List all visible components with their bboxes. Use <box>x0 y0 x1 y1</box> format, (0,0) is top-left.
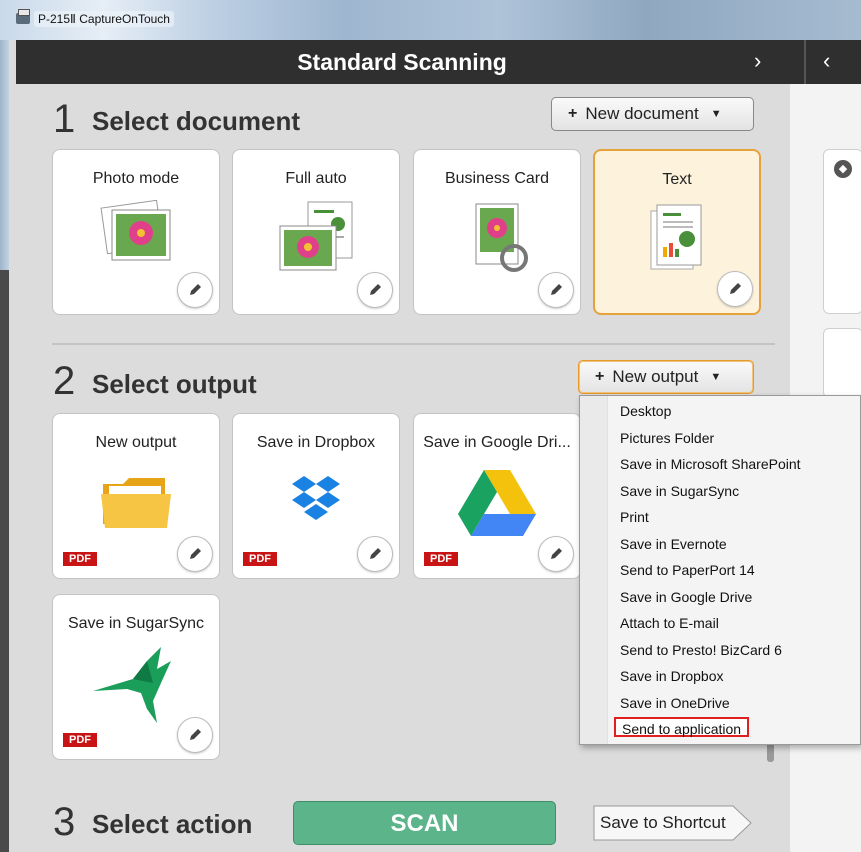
window-frame-left <box>0 40 9 852</box>
diamond-icon: ◆ <box>834 160 852 178</box>
next-chevron-icon[interactable]: › <box>754 48 761 74</box>
menu-item-evernote[interactable]: Save in Evernote <box>620 534 727 554</box>
document-card-photo-mode[interactable]: Photo mode <box>52 149 220 315</box>
new-document-label: New document <box>585 104 699 123</box>
card-label: Photo mode <box>92 170 180 187</box>
pdf-badge: PDF <box>63 552 97 566</box>
text-document-icon <box>650 204 702 270</box>
edit-pencil-icon[interactable] <box>538 536 574 572</box>
menu-item-dropbox[interactable]: Save in Dropbox <box>620 666 724 686</box>
document-card-business-card[interactable]: Business Card <box>413 149 581 315</box>
caret-down-icon: ▼ <box>710 371 722 383</box>
step-2-number: 2 <box>53 359 76 403</box>
menu-icon-strip <box>580 396 608 744</box>
edit-pencil-icon[interactable] <box>177 717 213 753</box>
window-title-bar[interactable]: P-215Ⅱ CaptureOnTouch <box>0 0 861 40</box>
save-to-shortcut-button[interactable]: Save to Shortcut <box>593 805 753 841</box>
edit-pencil-icon[interactable] <box>538 272 574 308</box>
menu-item-send-to-application[interactable]: Send to application <box>614 717 750 737</box>
card-label: New output <box>95 434 177 451</box>
step-1-number: 1 <box>53 97 76 141</box>
menu-item-sharepoint[interactable]: Save in Microsoft SharePoint <box>620 454 801 474</box>
output-card-google-drive[interactable]: Save in Google Dri... PDF <box>413 413 581 579</box>
menu-item-onedrive[interactable]: Save in OneDrive <box>620 693 730 713</box>
card-label: Save in SugarSync <box>67 615 205 632</box>
new-document-button[interactable]: + New document ▼ <box>551 97 754 131</box>
pdf-badge: PDF <box>243 552 277 566</box>
card-label: Save in Dropbox <box>256 434 376 451</box>
step-2-title: Select output <box>92 369 257 399</box>
card-label: Save in Google Dri... <box>423 434 571 451</box>
caret-down-icon: ▼ <box>710 108 722 120</box>
full-auto-icon <box>279 201 353 271</box>
page-title: Standard Scanning <box>297 49 507 75</box>
menu-item-print[interactable]: Print <box>620 507 649 527</box>
scan-button[interactable]: SCAN <box>293 801 556 845</box>
card-label: Business Card <box>444 170 550 187</box>
menu-item-pictures-folder[interactable]: Pictures Folder <box>620 428 714 448</box>
output-card-sugarsync[interactable]: Save in SugarSync PDF <box>52 594 220 760</box>
menu-item-bizcard[interactable]: Send to Presto! BizCard 6 <box>620 640 782 660</box>
scanner-app-icon <box>16 9 30 24</box>
pdf-badge: PDF <box>63 733 97 747</box>
card-label: Full auto <box>285 170 347 187</box>
photo-icon <box>100 200 171 261</box>
new-output-menu: Desktop Pictures Folder Save in Microsof… <box>579 395 861 745</box>
new-output-label: New output <box>612 367 699 386</box>
step-1-title: Select document <box>92 106 301 136</box>
section-divider <box>52 343 775 345</box>
document-card-text[interactable]: Text <box>593 149 761 315</box>
new-output-button[interactable]: + New output ▼ <box>578 360 754 394</box>
menu-item-email[interactable]: Attach to E-mail <box>620 613 719 633</box>
side-panel-card[interactable] <box>823 328 861 398</box>
google-drive-icon <box>458 470 536 536</box>
menu-item-sugarsync[interactable]: Save in SugarSync <box>620 481 739 501</box>
edit-pencil-icon[interactable] <box>717 271 753 307</box>
output-card-dropbox[interactable]: Save in Dropbox PDF <box>232 413 400 579</box>
edit-pencil-icon[interactable] <box>177 536 213 572</box>
save-to-shortcut-label: Save to Shortcut <box>600 813 726 832</box>
edit-pencil-icon[interactable] <box>177 272 213 308</box>
plus-icon: + <box>595 368 605 385</box>
card-label: Text <box>662 171 692 188</box>
menu-item-google-drive[interactable]: Save in Google Drive <box>620 587 752 607</box>
folder-icon <box>101 478 171 528</box>
business-card-icon <box>475 203 528 272</box>
step-3-title: Select action <box>92 809 253 839</box>
dropbox-icon <box>292 476 340 520</box>
sugarsync-icon <box>93 647 171 723</box>
plus-icon: + <box>568 105 578 122</box>
header-divider <box>804 40 806 84</box>
edit-pencil-icon[interactable] <box>357 272 393 308</box>
menu-item-desktop[interactable]: Desktop <box>620 401 671 421</box>
document-card-full-auto[interactable]: Full auto <box>232 149 400 315</box>
edit-pencil-icon[interactable] <box>357 536 393 572</box>
prev-chevron-icon[interactable]: ‹ <box>823 48 830 74</box>
header-bar: Standard Scanning › ‹ <box>16 40 861 84</box>
window-title: P-215Ⅱ CaptureOnTouch <box>34 11 174 27</box>
menu-item-paperport[interactable]: Send to PaperPort 14 <box>620 560 755 580</box>
step-3-number: 3 <box>53 800 76 844</box>
pdf-badge: PDF <box>424 552 458 566</box>
side-panel-card[interactable]: ◆ <box>823 149 861 314</box>
output-card-new-output[interactable]: New output PDF <box>52 413 220 579</box>
